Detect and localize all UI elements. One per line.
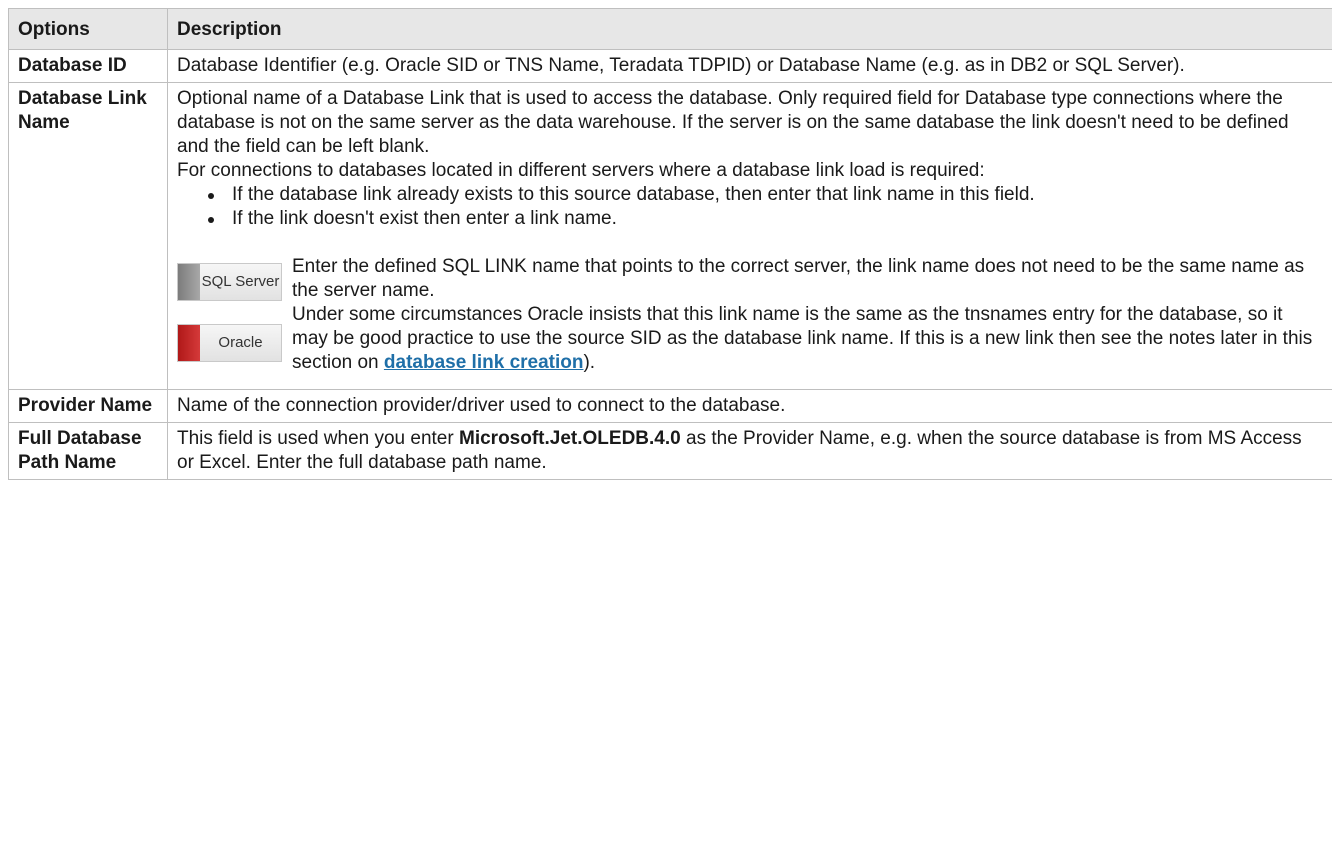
sql-server-note: Enter the defined SQL LINK name that poi… (292, 256, 1305, 301)
option-full-database-path-name: Full Database Path Name (8, 422, 168, 480)
oracle-badge-label: Oracle (218, 334, 263, 351)
description-text: This field is used when you enter (177, 428, 459, 449)
sql-server-badge-label: SQL Server (201, 273, 280, 290)
database-link-creation-link[interactable]: database link creation (384, 352, 584, 373)
database-badges: SQL Server Oracle (177, 255, 292, 385)
table-row: Full Database Path Name This field is us… (8, 422, 1332, 480)
oracle-badge: Oracle (177, 324, 282, 362)
header-options: Options (8, 8, 168, 50)
description-database-id: Database Identifier (e.g. Oracle SID or … (167, 49, 1332, 83)
option-database-id: Database ID (8, 49, 168, 83)
table-row: Database ID Database Identifier (e.g. Or… (8, 49, 1332, 83)
option-provider-name: Provider Name (8, 389, 168, 423)
table-row: Database Link Name Optional name of a Da… (8, 82, 1332, 390)
options-table: Options Description Database ID Database… (8, 8, 1332, 480)
oracle-swatch-icon (178, 325, 200, 361)
database-notes: SQL Server Oracle Enter the defined SQL … (177, 255, 1322, 385)
description-database-link-name: Optional name of a Database Link that is… (167, 82, 1332, 390)
table-row: Provider Name Name of the connection pro… (8, 389, 1332, 423)
description-provider-name: Name of the connection provider/driver u… (167, 389, 1332, 423)
oracle-note-tail: ). (583, 352, 596, 373)
paragraph: For connections to databases located in … (177, 160, 985, 181)
sql-server-badge: SQL Server (177, 263, 282, 301)
table-header-row: Options Description (8, 8, 1332, 50)
list-item: If the database link already exists to t… (208, 183, 1322, 207)
paragraph: Optional name of a Database Link that is… (177, 88, 1289, 157)
option-database-link-name: Database Link Name (8, 82, 168, 390)
oracle-note: Under some circumstances Oracle insists … (292, 303, 1322, 375)
provider-value: Microsoft.Jet.OLEDB.4.0 (459, 428, 681, 449)
options-document: Options Description Database ID Database… (8, 8, 1332, 480)
bullet-list: If the database link already exists to t… (177, 183, 1322, 231)
database-notes-text: Enter the defined SQL LINK name that poi… (292, 255, 1322, 375)
sql-server-swatch-icon (178, 264, 200, 300)
list-item: If the link doesn't exist then enter a l… (208, 207, 1322, 231)
description-full-database-path-name: This field is used when you enter Micros… (167, 422, 1332, 480)
header-description: Description (167, 8, 1332, 50)
